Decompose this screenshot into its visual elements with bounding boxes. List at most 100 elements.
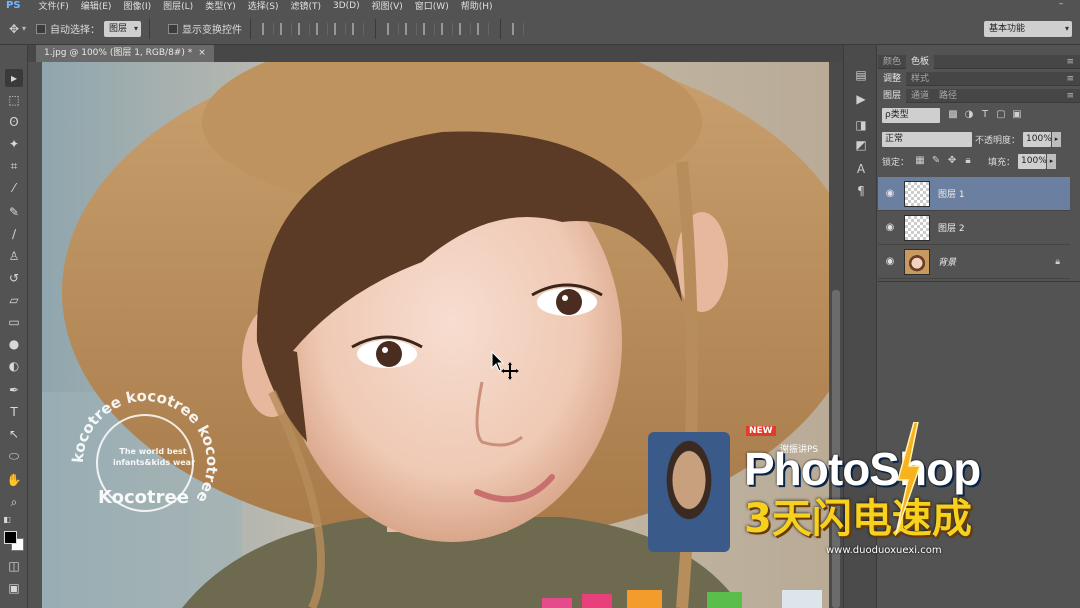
zoom-tool-icon[interactable]: ⌕: [5, 493, 23, 511]
type-tool-icon[interactable]: T: [5, 403, 23, 421]
gradient-tool-icon[interactable]: ▭: [5, 313, 23, 331]
panel-menu-icon[interactable]: ≡: [1066, 55, 1074, 69]
paragraph-panel-icon[interactable]: ¶: [853, 183, 869, 199]
screen-mode-icon[interactable]: ▣: [5, 579, 23, 597]
menu-layer[interactable]: 图层(L): [163, 0, 193, 11]
close-tab-icon[interactable]: ×: [198, 45, 206, 62]
eraser-tool-icon[interactable]: ▱: [5, 291, 23, 309]
layer-row[interactable]: ◉ 图层 2: [878, 211, 1070, 245]
distribute-bottom-icon[interactable]: [423, 22, 436, 35]
options-bar: ✥ ▾ 自动选择： 图层 显示变换控件 基本功能: [0, 13, 1080, 45]
filter-type-icon[interactable]: T: [978, 108, 992, 122]
opacity-input[interactable]: 100%: [1023, 131, 1052, 147]
marquee-tool-icon[interactable]: ⬚: [5, 91, 23, 109]
clone-stamp-tool-icon[interactable]: ♙: [5, 247, 23, 265]
character-panel-icon[interactable]: A: [853, 161, 869, 177]
lock-row: 锁定： ▦ ✎ ✥ 🔒︎ 填充： 100% ▸: [882, 153, 1057, 169]
menu-select[interactable]: 选择(S): [248, 0, 279, 11]
show-transform-checkbox[interactable]: [168, 23, 179, 34]
visibility-eye-icon[interactable]: ◉: [878, 222, 902, 233]
document-tab[interactable]: 1.jpg @ 100% (图层 1, RGB/8#) * ×: [36, 45, 214, 62]
fill-stepper-icon[interactable]: ▸: [1047, 153, 1057, 169]
menu-image[interactable]: 图像(I): [123, 0, 151, 11]
tab-channels[interactable]: 通道: [906, 89, 934, 103]
distribute-left-icon[interactable]: [441, 22, 454, 35]
align-left-icon[interactable]: [316, 22, 329, 35]
tab-styles[interactable]: 样式: [906, 72, 934, 86]
tab-swatches[interactable]: 色板: [906, 54, 935, 69]
move-tool-preset-icon[interactable]: ✥: [6, 21, 22, 37]
dodge-tool-icon[interactable]: ◐: [5, 357, 23, 375]
panel-menu-icon[interactable]: ≡: [1066, 72, 1074, 86]
align-right-icon[interactable]: [352, 22, 365, 35]
lock-position-icon[interactable]: ✥: [945, 154, 959, 168]
layer-row[interactable]: ◉ 图层 1: [878, 177, 1070, 211]
lock-pixels-icon[interactable]: ✎: [929, 154, 943, 168]
hand-tool-icon[interactable]: ✋: [5, 471, 23, 489]
separator: [500, 18, 502, 39]
brush-tool-icon[interactable]: ∕: [5, 225, 23, 243]
filter-shape-icon[interactable]: ▢: [994, 108, 1008, 122]
auto-select-checkbox[interactable]: [36, 23, 47, 34]
filter-kind-dropdown[interactable]: ρ类型: [882, 107, 940, 123]
fill-input[interactable]: 100%: [1018, 153, 1047, 169]
history-panel-icon[interactable]: ▤: [853, 67, 869, 83]
tab-paths[interactable]: 路径: [934, 89, 962, 103]
auto-align-icon[interactable]: [512, 22, 525, 35]
menu-type[interactable]: 类型(Y): [205, 0, 236, 11]
shape-tool-icon[interactable]: ⬭: [5, 447, 23, 465]
align-hcenter-icon[interactable]: [334, 22, 347, 35]
eyedropper-tool-icon[interactable]: ⁄: [5, 179, 23, 197]
move-tool-icon[interactable]: ▸: [5, 69, 23, 87]
pen-tool-icon[interactable]: ✒: [5, 381, 23, 399]
filter-adjustment-icon[interactable]: ◑: [962, 108, 976, 122]
workspace-dropdown[interactable]: 基本功能: [984, 21, 1072, 37]
actions-panel-icon[interactable]: ▶: [853, 91, 869, 107]
menu-3d[interactable]: 3D(D): [333, 1, 360, 11]
path-selection-tool-icon[interactable]: ↖: [5, 425, 23, 443]
menu-window[interactable]: 窗口(W): [415, 0, 449, 11]
visibility-eye-icon[interactable]: ◉: [878, 188, 902, 199]
filter-pixel-icon[interactable]: ▩: [946, 108, 960, 122]
panel-menu-icon[interactable]: ≡: [1066, 89, 1074, 103]
blend-mode-dropdown[interactable]: 正常: [882, 131, 972, 147]
minimize-button[interactable]: –: [1054, 0, 1068, 11]
visibility-eye-icon[interactable]: ◉: [878, 256, 902, 267]
new-badge: NEW: [746, 426, 776, 436]
quick-mask-icon[interactable]: ◫: [5, 557, 23, 575]
separator: [149, 18, 151, 39]
lasso-tool-icon[interactable]: ʘ: [5, 113, 23, 131]
foreground-color-swatch[interactable]: [4, 531, 17, 544]
align-bottom-icon[interactable]: [298, 22, 311, 35]
separator: [250, 18, 252, 39]
align-vcenter-icon[interactable]: [280, 22, 293, 35]
opacity-stepper-icon[interactable]: ▸: [1052, 131, 1062, 147]
align-top-icon[interactable]: [262, 22, 275, 35]
layer-row[interactable]: ◉ 背景 🔒︎: [878, 245, 1070, 279]
tab-layers[interactable]: 图层: [878, 88, 907, 103]
lock-transparent-icon[interactable]: ▦: [913, 154, 927, 168]
menu-filter[interactable]: 滤镜(T): [290, 0, 321, 11]
info-panel-icon[interactable]: ◩: [853, 137, 869, 153]
menu-edit[interactable]: 编辑(E): [81, 0, 112, 11]
distribute-hcenter-icon[interactable]: [459, 22, 472, 35]
distribute-top-icon[interactable]: [387, 22, 400, 35]
blur-tool-icon[interactable]: ●: [5, 335, 23, 353]
menu-view[interactable]: 视图(V): [372, 0, 403, 11]
auto-select-dropdown[interactable]: 图层: [104, 20, 142, 37]
menu-file[interactable]: 文件(F): [39, 0, 69, 11]
distribute-vcenter-icon[interactable]: [405, 22, 418, 35]
filter-smart-object-icon[interactable]: ▣: [1010, 108, 1024, 122]
tab-adjustments[interactable]: 调整: [878, 71, 907, 86]
magic-wand-tool-icon[interactable]: ✦: [5, 135, 23, 153]
healing-brush-tool-icon[interactable]: ✎: [5, 203, 23, 221]
history-brush-tool-icon[interactable]: ↺: [5, 269, 23, 287]
menu-help[interactable]: 帮助(H): [461, 0, 493, 11]
preset-arrow-icon[interactable]: ▾: [22, 24, 26, 33]
lock-all-icon[interactable]: 🔒︎: [961, 154, 975, 168]
tab-color[interactable]: 颜色: [878, 55, 906, 69]
distribute-right-icon[interactable]: [477, 22, 490, 35]
properties-panel-icon[interactable]: ◨: [853, 117, 869, 133]
crop-tool-icon[interactable]: ⌗: [5, 157, 23, 175]
default-colors-icon[interactable]: ◧: [2, 511, 12, 529]
